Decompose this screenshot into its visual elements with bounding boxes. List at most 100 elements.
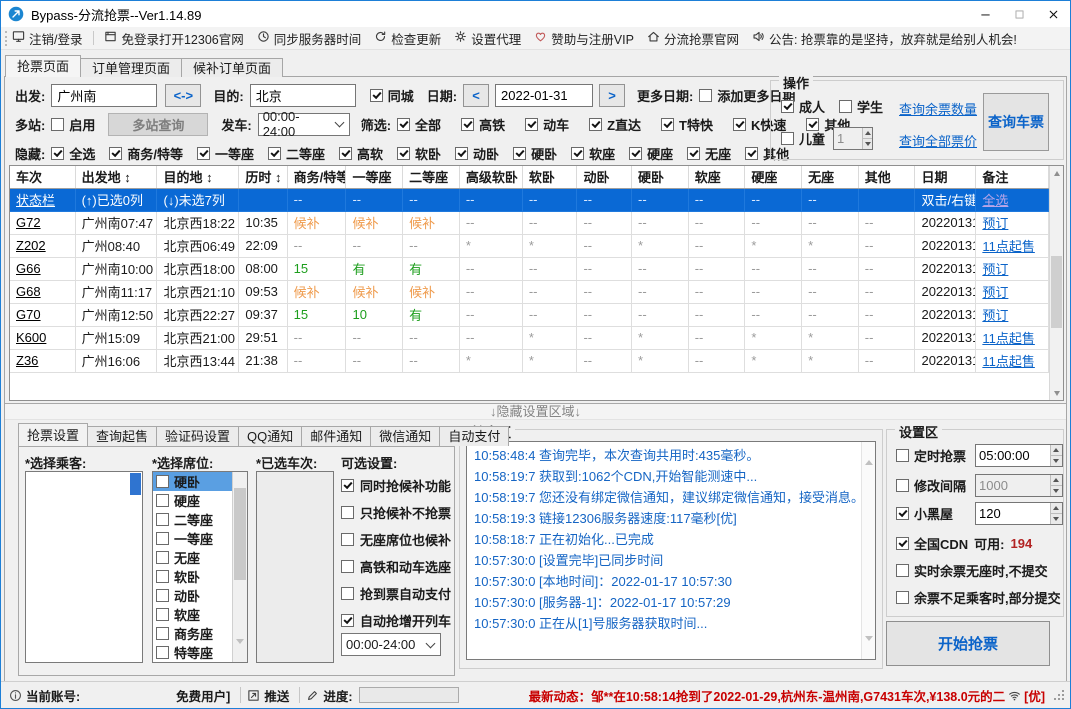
column-header[interactable]: 二等座	[402, 166, 460, 189]
status-row[interactable]: 状态栏 (↑)已选0列 (↓)未选7列 -- -- -- -- -- -- -- -- -- -- 双击/…	[10, 188, 1049, 212]
table-row[interactable]: G72 广州南07:47 北京西18:22 10:35 候补 候补 候补 -- -- -- -- --…	[10, 211, 1049, 235]
train-link[interactable]: Z36	[16, 353, 38, 368]
scroll-up-icon[interactable]	[1050, 166, 1063, 180]
hide-settings-divider[interactable]: ↓隐藏设置区域↓	[5, 403, 1066, 420]
spin-up-icon[interactable]	[1050, 475, 1062, 485]
seat-option-2[interactable]: 二等座	[153, 510, 232, 529]
child-count-spinner[interactable]	[833, 127, 874, 150]
timed-grab-spinner[interactable]	[975, 444, 1063, 467]
column-header[interactable]: 出发地 ↕	[75, 166, 158, 189]
hide-checkbox-10[interactable]: 无座	[687, 144, 731, 163]
settings-tab-3[interactable]: QQ通知	[238, 426, 303, 446]
optional-setting-1[interactable]: 只抢候补不抢票	[341, 504, 451, 521]
seat-option-1[interactable]: 硬座	[153, 491, 232, 510]
table-row[interactable]: Z36 广州16:06 北京西13:44 21:38 -- -- -- * * -- * -- * * --…	[10, 349, 1049, 373]
from-input[interactable]	[51, 83, 158, 107]
partial-submit-checkbox[interactable]: 余票不足乘客时,部分提交	[896, 588, 1061, 607]
note-link[interactable]: 预订	[982, 216, 1008, 231]
table-row[interactable]: K600 广州15:09 北京西21:00 29:51 -- -- -- -- * -- * -- * *…	[10, 326, 1049, 350]
selected-trains-listbox[interactable]	[256, 471, 334, 663]
multi-station-query-button[interactable]: 多站查询	[108, 112, 209, 136]
seat-listbox[interactable]: 硬卧 硬座 二等座 一等座 无座 软卧 动卧 软座 商务座 特等座	[152, 471, 248, 663]
settings-tab-5[interactable]: 微信通知	[370, 426, 441, 446]
column-header[interactable]: 日期	[914, 166, 977, 189]
multi-station-enable-checkbox[interactable]: 启用	[51, 115, 95, 134]
hide-checkbox-7[interactable]: 硬卧	[513, 144, 557, 163]
cdn-checkbox[interactable]: 全国CDN	[896, 534, 968, 553]
hide-checkbox-3[interactable]: 二等座	[268, 144, 325, 163]
column-header[interactable]: 软座	[688, 166, 746, 189]
hide-checkbox-8[interactable]: 软座	[571, 144, 615, 163]
filter-checkbox-1[interactable]: 高铁	[461, 115, 505, 134]
train-link[interactable]: G66	[16, 261, 41, 276]
hide-checkbox-4[interactable]: 高软	[339, 144, 383, 163]
scroll-up-icon[interactable]	[865, 445, 873, 465]
hide-checkbox-0[interactable]: 全选	[51, 144, 95, 163]
scrollbar-thumb[interactable]	[1051, 256, 1062, 328]
same-city-checkbox[interactable]: 同城	[369, 86, 414, 105]
hide-checkbox-6[interactable]: 动卧	[455, 144, 499, 163]
menubar-item-7[interactable]: 公告: 抢票靠的是坚持，放弃就是给别人机会!	[752, 29, 1017, 48]
column-header[interactable]: 动卧	[576, 166, 633, 189]
hide-checkbox-1[interactable]: 商务/特等	[109, 144, 183, 163]
train-link[interactable]: Z202	[16, 238, 46, 253]
train-link[interactable]: G68	[16, 284, 41, 299]
hide-checkbox-5[interactable]: 软卧	[397, 144, 441, 163]
column-header[interactable]: 软卧	[522, 166, 578, 189]
date-input[interactable]	[495, 83, 594, 107]
menubar-item-5[interactable]: 赞助与注册VIP	[534, 29, 634, 48]
main-tab-2[interactable]: 候补订单页面	[181, 58, 284, 77]
table-row[interactable]: G68 广州南11:17 北京西21:10 09:53 候补 候补 候补 -- -- -- -- --…	[10, 280, 1049, 304]
spin-down-icon[interactable]	[1050, 455, 1062, 466]
toolbar-grip[interactable]	[5, 30, 8, 46]
seat-option-9[interactable]: 特等座	[153, 643, 232, 662]
train-link[interactable]: G72	[16, 215, 41, 230]
query-remaining-link[interactable]: 查询余票数量	[899, 99, 977, 118]
note-link[interactable]: 全选	[982, 193, 1008, 208]
spin-down-icon[interactable]	[1050, 513, 1062, 524]
settings-tab-4[interactable]: 邮件通知	[301, 426, 372, 446]
student-checkbox[interactable]: 学生	[839, 97, 883, 116]
filter-checkbox-3[interactable]: Z直达	[589, 115, 641, 134]
seat-option-5[interactable]: 软卧	[153, 567, 232, 586]
menubar-item-3[interactable]: 检查更新	[374, 29, 441, 48]
grab-time-range-select[interactable]: 00:00-24:00	[341, 633, 441, 656]
note-link[interactable]: 11点起售	[982, 331, 1035, 346]
optional-setting-4[interactable]: 抢到票自动支付	[341, 585, 451, 602]
main-tab-1[interactable]: 订单管理页面	[80, 58, 183, 77]
note-link[interactable]: 预订	[982, 308, 1008, 323]
close-button[interactable]	[1036, 1, 1070, 27]
depart-time-select[interactable]: 00:00-24:00	[257, 109, 350, 139]
passenger-scroll-thumb[interactable]	[130, 473, 141, 495]
menubar-item-6[interactable]: 分流抢票官网	[647, 29, 739, 48]
menubar-item-4[interactable]: 设置代理	[454, 29, 521, 48]
to-input[interactable]	[249, 83, 356, 107]
scroll-down-icon[interactable]	[865, 636, 873, 656]
train-link[interactable]: K600	[16, 330, 46, 345]
optional-setting-5[interactable]: 自动抢增开列车	[341, 612, 451, 629]
column-header[interactable]: 历时 ↕	[238, 166, 288, 189]
minimize-button[interactable]	[968, 1, 1002, 27]
settings-tab-1[interactable]: 查询起售	[87, 426, 158, 446]
optional-setting-0[interactable]: 同时抢候补功能	[341, 477, 451, 494]
filter-checkbox-4[interactable]: T特快	[661, 115, 713, 134]
query-tickets-button[interactable]: 查询车票	[983, 93, 1049, 151]
table-scrollbar[interactable]	[1049, 166, 1063, 400]
output-scrollbar[interactable]	[861, 442, 875, 659]
spin-up-icon[interactable]	[1050, 445, 1062, 455]
optional-setting-2[interactable]: 无座席位也候补	[341, 531, 451, 548]
output-log[interactable]: 10:58:48:4 查询完毕，本次查询共用时:435毫秒。 10:58:19:7…	[466, 441, 876, 660]
column-header[interactable]: 一等座	[345, 166, 404, 189]
filter-checkbox-2[interactable]: 动车	[525, 115, 569, 134]
spinner-buttons[interactable]	[1049, 475, 1062, 496]
spin-up-icon[interactable]	[863, 128, 873, 138]
seat-option-7[interactable]: 软座	[153, 605, 232, 624]
spinner-buttons[interactable]	[1049, 445, 1062, 466]
scroll-down-icon[interactable]	[1050, 386, 1063, 400]
seat-option-4[interactable]: 无座	[153, 548, 232, 567]
timed-grab-checkbox[interactable]: 定时抢票	[896, 446, 966, 465]
optional-setting-3[interactable]: 高铁和动车选座	[341, 558, 451, 575]
settings-tab-0[interactable]: 抢票设置	[18, 423, 89, 446]
seat-option-0[interactable]: 硬卧	[153, 472, 232, 491]
scroll-down-icon[interactable]	[236, 639, 244, 659]
